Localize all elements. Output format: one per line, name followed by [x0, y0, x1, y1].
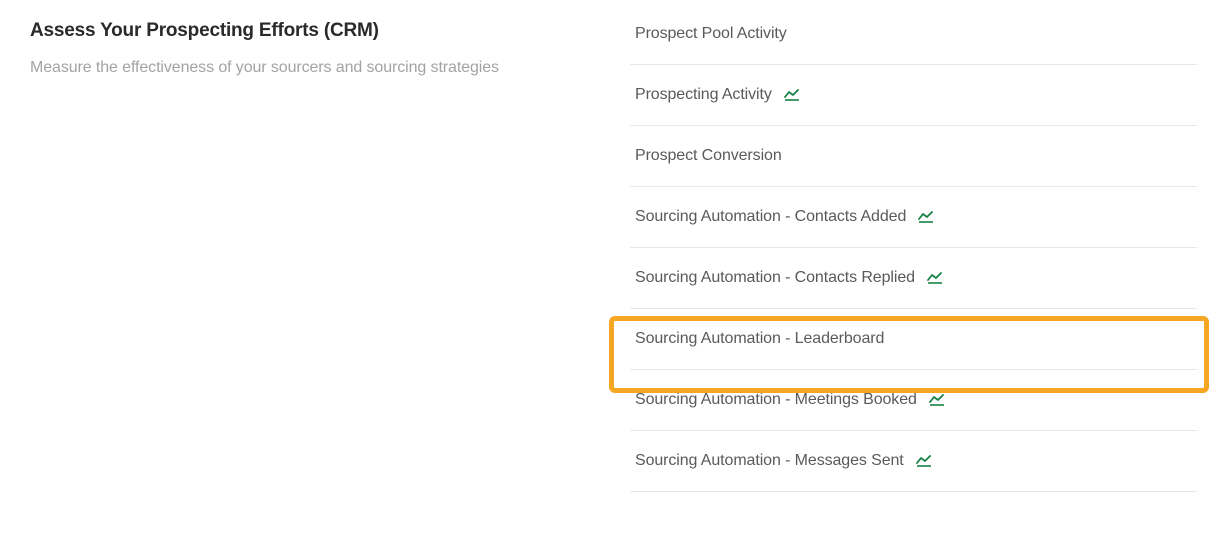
list-item-label: Prospect Conversion — [635, 147, 782, 165]
section-header: Assess Your Prospecting Efforts (CRM) Me… — [30, 20, 590, 492]
list-item[interactable]: Sourcing Automation - Contacts Replied — [630, 248, 1197, 309]
section-description: Measure the effectiveness of your source… — [30, 56, 590, 81]
list-item[interactable]: Sourcing Automation - Meetings Booked — [630, 370, 1197, 431]
list-item[interactable]: Prospect Pool Activity — [630, 20, 1197, 65]
list-item[interactable]: Prospect Conversion — [630, 126, 1197, 187]
list-item-label: Prospect Pool Activity — [635, 25, 787, 43]
list-item-label: Sourcing Automation - Contacts Added — [635, 208, 906, 226]
list-item[interactable]: Sourcing Automation - Contacts Added — [630, 187, 1197, 248]
list-item[interactable]: Sourcing Automation - Leaderboard — [630, 309, 1197, 370]
report-list: Prospect Pool Activity Prospecting Activ… — [630, 20, 1197, 492]
list-item[interactable]: Prospecting Activity — [630, 65, 1197, 126]
list-item-label: Sourcing Automation - Messages Sent — [635, 452, 904, 470]
chart-icon — [784, 89, 800, 101]
list-item[interactable]: Sourcing Automation - Messages Sent — [630, 431, 1197, 492]
chart-icon — [918, 211, 934, 223]
chart-icon — [916, 455, 932, 467]
chart-icon — [927, 272, 943, 284]
list-item-label: Sourcing Automation - Leaderboard — [635, 330, 884, 348]
list-item-label: Prospecting Activity — [635, 86, 772, 104]
list-item-label: Sourcing Automation - Meetings Booked — [635, 391, 917, 409]
section-title: Assess Your Prospecting Efforts (CRM) — [30, 20, 590, 42]
list-item-label: Sourcing Automation - Contacts Replied — [635, 269, 915, 287]
chart-icon — [929, 394, 945, 406]
